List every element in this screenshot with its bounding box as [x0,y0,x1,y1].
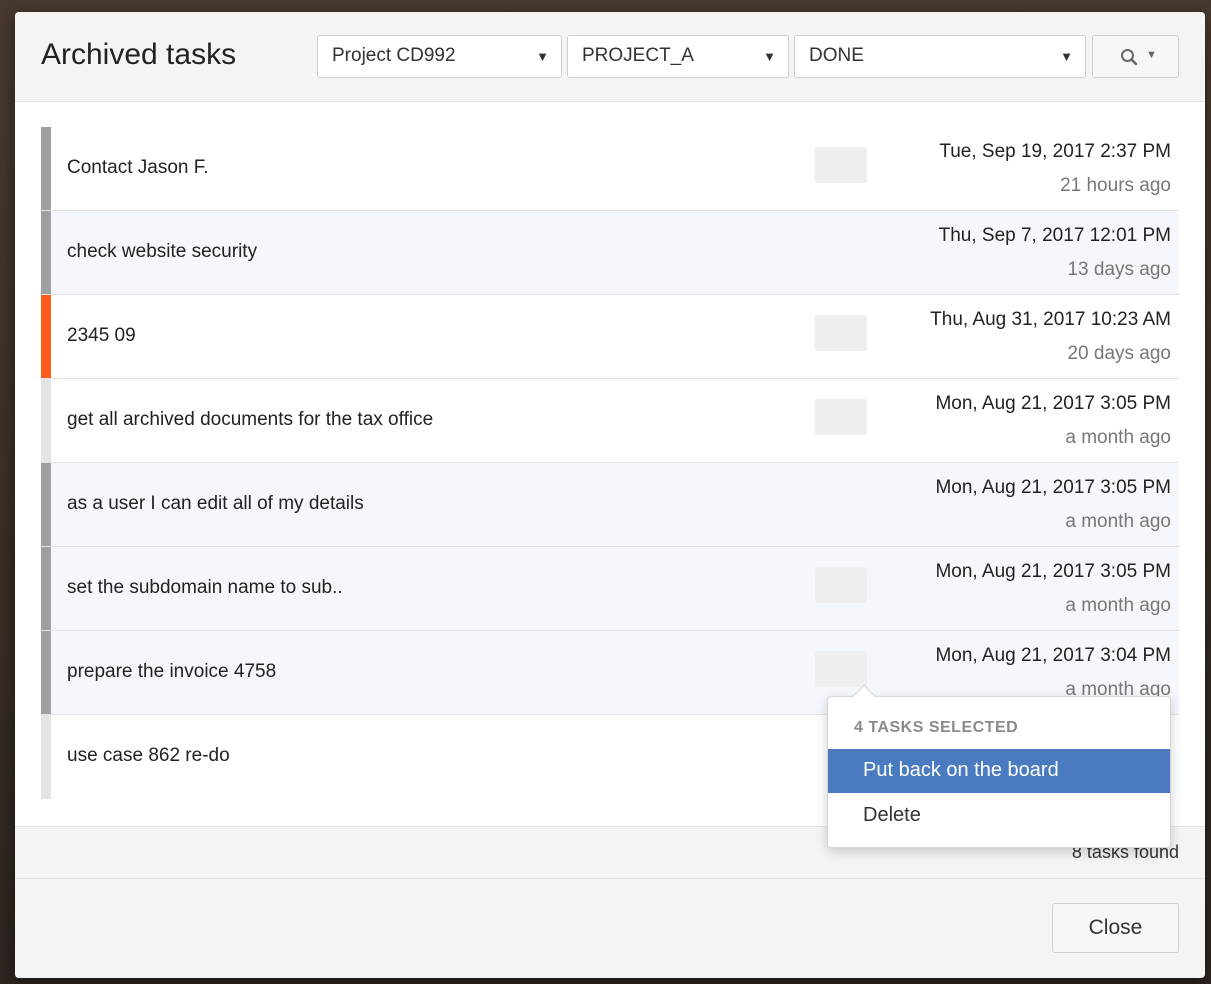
task-relative-time: 20 days ago [1067,343,1171,364]
project-select[interactable]: Project CD992 ▼ [317,35,562,78]
caret-down-icon: ▼ [536,49,549,64]
task-row[interactable]: 2345 09 Thu, Aug 31, 2017 10:23 AM 20 da… [41,295,1179,379]
project-select-value: Project CD992 [332,45,456,66]
task-title: Contact Jason F. [67,157,209,178]
assignee-avatar [815,315,867,351]
priority-bar [41,211,51,294]
task-title: get all archived documents for the tax o… [67,409,434,430]
delete-item[interactable]: Delete [828,794,1170,838]
priority-bar [41,463,51,546]
task-date: Tue, Sep 19, 2017 2:37 PM [939,141,1171,162]
task-row[interactable]: set the subdomain name to sub.. Mon, Aug… [41,547,1179,631]
task-date: Mon, Aug 21, 2017 3:05 PM [935,477,1171,498]
task-title: set the subdomain name to sub.. [67,577,343,598]
modal-footer [15,878,1205,978]
assignee-avatar [815,147,867,183]
task-title: use case 862 re-do [67,745,230,766]
modal-header: Archived tasks Project CD992 ▼ PROJECT_A… [15,12,1205,102]
priority-bar [41,631,51,714]
archived-tasks-modal: Archived tasks Project CD992 ▼ PROJECT_A… [15,12,1205,978]
caret-down-icon: ▼ [1060,49,1073,64]
task-row[interactable]: as a user I can edit all of my details M… [41,463,1179,547]
task-title: check website security [67,241,258,262]
task-row[interactable]: check website security Thu, Sep 7, 2017 … [41,211,1179,295]
task-title: as a user I can edit all of my details [67,493,364,514]
task-date: Mon, Aug 21, 2017 3:05 PM [935,561,1171,582]
task-date: Thu, Aug 31, 2017 10:23 AM [930,309,1171,330]
bulk-actions-menu: 4 TASKS SELECTED Put back on the board D… [827,684,1171,848]
put-back-on-board-item[interactable]: Put back on the board [828,749,1170,793]
task-title: prepare the invoice 4758 [67,661,277,682]
priority-bar [41,547,51,630]
modal-title: Archived tasks [41,38,237,71]
task-relative-time: a month ago [1065,427,1171,448]
board-select-value: PROJECT_A [582,45,694,66]
board-select[interactable]: PROJECT_A ▼ [567,35,789,78]
task-relative-time: a month ago [1065,511,1171,532]
task-date: Mon, Aug 21, 2017 3:04 PM [935,645,1171,666]
task-title: 2345 09 [67,325,136,346]
priority-bar [41,379,51,462]
priority-bar [41,715,51,799]
caret-down-icon: ▼ [763,49,776,64]
caret-down-icon: ▼ [1146,49,1157,61]
status-select-value: DONE [809,45,864,66]
search-dropdown-button[interactable]: ▼ [1092,35,1179,78]
task-relative-time: 21 hours ago [1060,175,1171,196]
priority-bar [41,127,51,210]
close-button[interactable]: Close [1052,903,1179,953]
assignee-avatar [815,651,867,687]
priority-bar [41,295,51,378]
menu-header: 4 TASKS SELECTED [854,719,1019,736]
search-icon [1121,49,1138,66]
task-date: Mon, Aug 21, 2017 3:05 PM [935,393,1171,414]
status-select[interactable]: DONE ▼ [794,35,1086,78]
assignee-avatar [815,567,867,603]
task-row[interactable]: get all archived documents for the tax o… [41,379,1179,463]
task-relative-time: 13 days ago [1067,259,1171,280]
task-relative-time: a month ago [1065,595,1171,616]
task-row[interactable]: Contact Jason F. Tue, Sep 19, 2017 2:37 … [41,127,1179,211]
assignee-avatar [815,399,867,435]
task-date: Thu, Sep 7, 2017 12:01 PM [938,225,1171,246]
